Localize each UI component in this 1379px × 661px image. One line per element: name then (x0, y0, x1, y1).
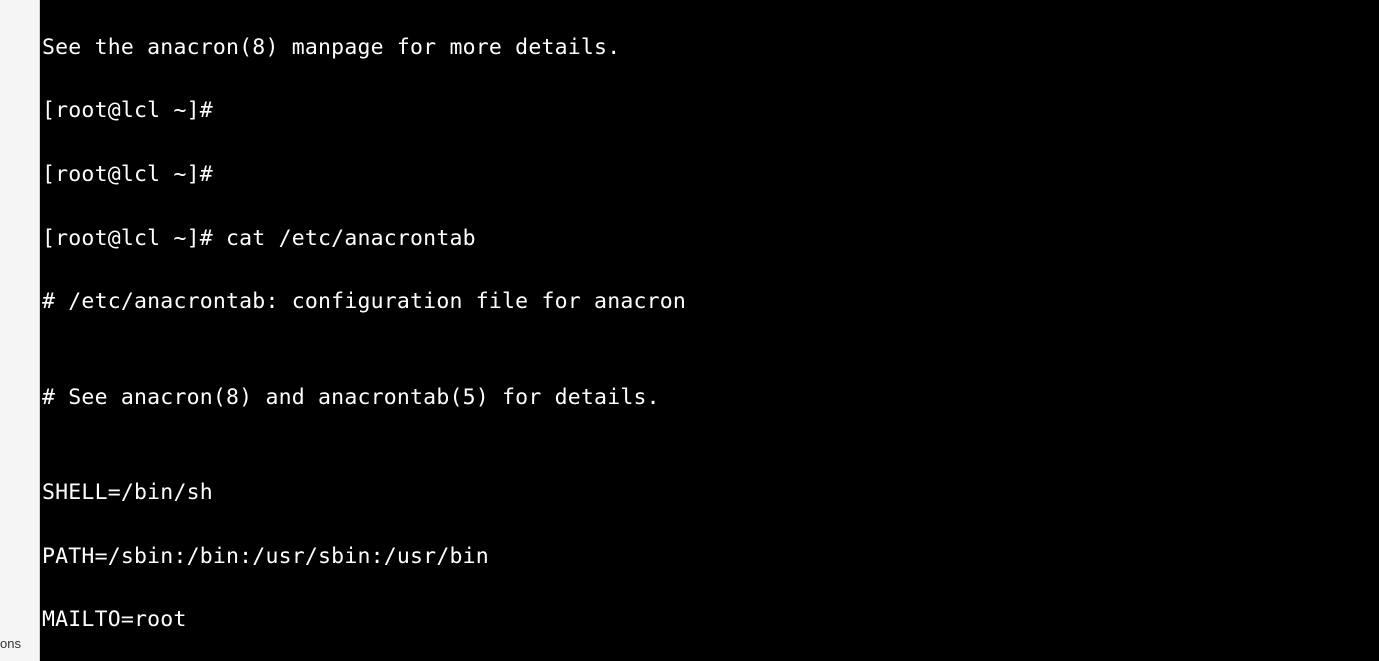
terminal-line: # See anacron(8) and anacrontab(5) for d… (42, 382, 1377, 414)
terminal-line: [root@lcl ~]# (42, 159, 1377, 191)
terminal-line: SHELL=/bin/sh (42, 477, 1377, 509)
terminal-line: # /etc/anacrontab: configuration file fo… (42, 286, 1377, 318)
terminal-line: PATH=/sbin:/bin:/usr/sbin:/usr/bin (42, 541, 1377, 573)
terminal-line: MAILTO=root (42, 604, 1377, 636)
left-sidebar: ons (0, 0, 40, 661)
terminal-output[interactable]: See the anacron(8) manpage for more deta… (40, 0, 1379, 661)
terminal-line: [root@lcl ~]# (42, 95, 1377, 127)
terminal-line: [root@lcl ~]# cat /etc/anacrontab (42, 223, 1377, 255)
sidebar-fragment-label: ons (0, 636, 21, 651)
app-container: ons See the anacron(8) manpage for more … (0, 0, 1379, 661)
terminal-line: See the anacron(8) manpage for more deta… (42, 32, 1377, 64)
